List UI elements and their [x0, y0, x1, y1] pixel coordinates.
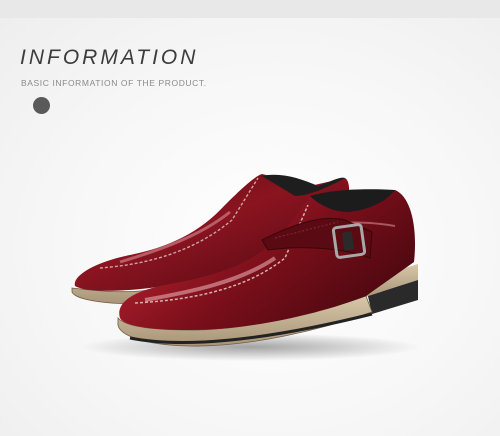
product-photo	[71, 174, 420, 361]
top-bar	[0, 0, 500, 18]
section-subheading: BASIC INFORMATION OF THE PRODUCT.	[21, 78, 207, 88]
bullet-dot	[33, 97, 50, 114]
section-heading: INFORMATION	[20, 46, 199, 69]
